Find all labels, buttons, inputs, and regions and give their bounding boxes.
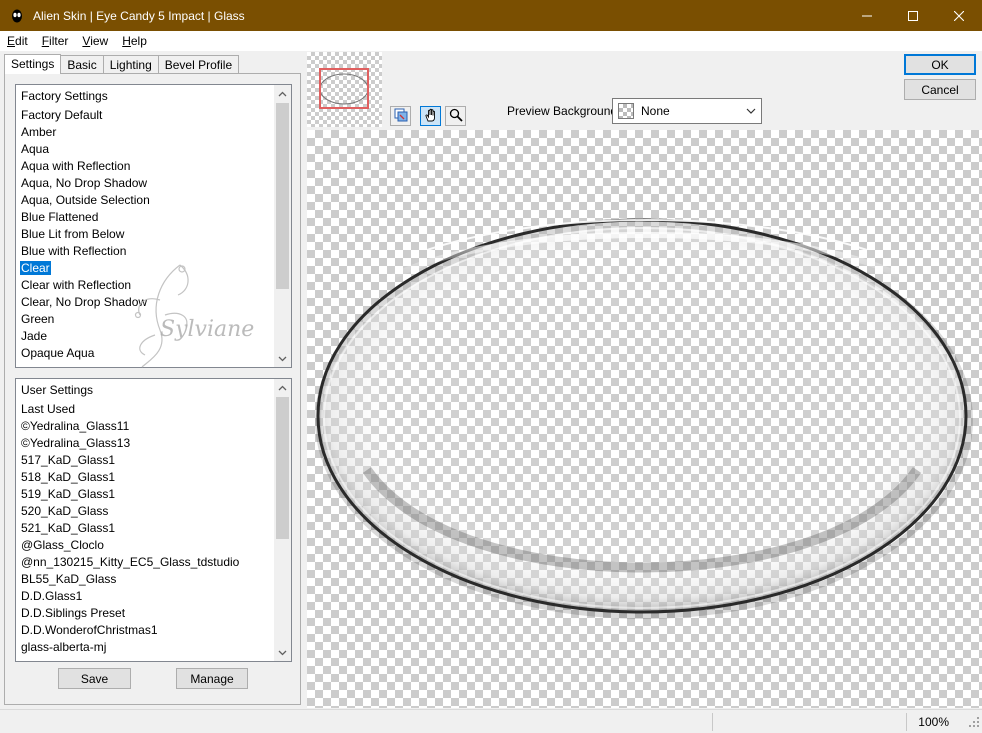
maximize-button[interactable] bbox=[890, 0, 936, 31]
list-item[interactable]: @nn_130215_Kitty_EC5_Glass_tdstudio bbox=[16, 554, 274, 571]
navigator-viewport-frame[interactable] bbox=[319, 68, 369, 109]
preview-tool-button[interactable] bbox=[390, 106, 411, 126]
list-item[interactable]: glass-alberta-mj bbox=[16, 639, 274, 656]
user-settings-list[interactable]: User Settings Last Used ©Yedralina_Glass… bbox=[15, 378, 292, 662]
ok-button[interactable]: OK bbox=[904, 54, 976, 75]
factory-settings-list[interactable]: Factory Settings Factory Default Amber A… bbox=[15, 84, 292, 368]
list-item[interactable]: D.D.WonderofChristmas1 bbox=[16, 622, 274, 639]
list-item[interactable]: 518_KaD_Glass1 bbox=[16, 469, 274, 486]
list-item-selected[interactable]: Clear bbox=[16, 260, 274, 277]
scroll-up-arrow-icon[interactable] bbox=[274, 85, 291, 102]
list-item[interactable]: Aqua, Outside Selection bbox=[16, 192, 274, 209]
list-item[interactable]: ©Yedralina_Glass11 bbox=[16, 418, 274, 435]
pan-tool-button[interactable] bbox=[420, 106, 441, 126]
window-title: Alien Skin | Eye Candy 5 Impact | Glass bbox=[33, 8, 245, 23]
list-item[interactable]: @Glass_Cloclo bbox=[16, 537, 274, 554]
preview-navigator-thumbnail[interactable] bbox=[307, 52, 382, 127]
resize-grip-icon[interactable] bbox=[968, 716, 980, 731]
status-divider bbox=[712, 713, 713, 731]
status-divider bbox=[906, 713, 907, 731]
list-item[interactable]: Blue with Reflection bbox=[16, 243, 274, 260]
settings-tabs: Settings Basic Lighting Bevel Profile bbox=[4, 54, 240, 74]
menu-edit[interactable]: Edit bbox=[0, 31, 35, 51]
transparency-swatch-icon bbox=[618, 103, 634, 119]
scroll-down-arrow-icon[interactable] bbox=[274, 350, 291, 367]
zoom-tool-button[interactable] bbox=[445, 106, 466, 126]
hand-icon bbox=[424, 108, 438, 125]
factory-settings-items: Factory Settings Factory Default Amber A… bbox=[16, 85, 274, 367]
factory-settings-header: Factory Settings bbox=[21, 89, 108, 103]
preview-background-label: Preview Background: bbox=[507, 104, 621, 118]
list-item[interactable]: 521_KaD_Glass1 bbox=[16, 520, 274, 537]
list-item[interactable]: 520_KaD_Glass bbox=[16, 503, 274, 520]
list-item[interactable]: Factory Default bbox=[16, 107, 274, 124]
zoom-level: 100% bbox=[918, 715, 949, 729]
selected-item-label: Clear bbox=[20, 261, 51, 275]
manage-button[interactable]: Manage bbox=[176, 668, 248, 689]
minimize-button[interactable] bbox=[844, 0, 890, 31]
user-settings-header: User Settings bbox=[21, 383, 94, 397]
menu-bar: Edit Filter View Help bbox=[0, 31, 982, 51]
list-item[interactable]: 519_KaD_Glass1 bbox=[16, 486, 274, 503]
chevron-down-icon bbox=[741, 105, 761, 117]
list-item[interactable]: D.D.Siblings Preset bbox=[16, 605, 274, 622]
list-item[interactable]: Aqua with Reflection bbox=[16, 158, 274, 175]
tab-bevel-profile[interactable]: Bevel Profile bbox=[157, 55, 240, 74]
title-bar: Alien Skin | Eye Candy 5 Impact | Glass bbox=[0, 0, 982, 31]
list-item[interactable]: ©Yedralina_Glass13 bbox=[16, 435, 274, 452]
scroll-down-arrow-icon[interactable] bbox=[274, 644, 291, 661]
list-item[interactable]: Clear with Reflection bbox=[16, 277, 274, 294]
preview-background-value: None bbox=[641, 104, 670, 118]
list-item[interactable]: Amber bbox=[16, 124, 274, 141]
list-item[interactable]: Blue Lit from Below bbox=[16, 226, 274, 243]
tab-settings[interactable]: Settings bbox=[4, 54, 62, 74]
list-item[interactable]: BL55_KaD_Glass bbox=[16, 571, 274, 588]
list-item[interactable]: Green bbox=[16, 311, 274, 328]
list-item[interactable]: Aqua, No Drop Shadow bbox=[16, 175, 274, 192]
menu-filter[interactable]: Filter bbox=[35, 31, 76, 51]
scroll-up-arrow-icon[interactable] bbox=[274, 379, 291, 396]
tab-lighting[interactable]: Lighting bbox=[102, 55, 159, 74]
list-item[interactable]: Last Used bbox=[16, 401, 274, 418]
settings-panel: Factory Settings Factory Default Amber A… bbox=[4, 73, 301, 705]
list-item[interactable]: D.D.Glass1 bbox=[16, 588, 274, 605]
preview-background-select[interactable]: None bbox=[612, 98, 762, 124]
scroll-thumb[interactable] bbox=[276, 103, 289, 289]
menu-help[interactable]: Help bbox=[115, 31, 154, 51]
user-settings-scrollbar[interactable] bbox=[274, 379, 291, 661]
factory-settings-scrollbar[interactable] bbox=[274, 85, 291, 367]
list-item[interactable]: Opaque Aqua bbox=[16, 345, 274, 362]
status-bar: 100% bbox=[0, 709, 982, 733]
toggle-preview-icon bbox=[394, 108, 408, 125]
effect-preview-canvas[interactable] bbox=[307, 130, 982, 708]
cancel-button[interactable]: Cancel bbox=[904, 79, 976, 100]
save-button[interactable]: Save bbox=[58, 668, 131, 689]
glass-ellipse-preview bbox=[315, 218, 973, 619]
tab-basic[interactable]: Basic bbox=[60, 55, 104, 74]
list-item[interactable]: Blue Flattened bbox=[16, 209, 274, 226]
magnifier-icon bbox=[449, 108, 463, 125]
list-item[interactable]: Jade bbox=[16, 328, 274, 345]
close-button[interactable] bbox=[936, 0, 982, 31]
scroll-thumb[interactable] bbox=[276, 397, 289, 539]
menu-view[interactable]: View bbox=[75, 31, 115, 51]
list-item[interactable]: Clear, No Drop Shadow bbox=[16, 294, 274, 311]
alien-skin-app-icon bbox=[9, 8, 25, 24]
list-item[interactable]: Aqua bbox=[16, 141, 274, 158]
list-item[interactable]: 517_KaD_Glass1 bbox=[16, 452, 274, 469]
user-settings-items: User Settings Last Used ©Yedralina_Glass… bbox=[16, 379, 274, 661]
